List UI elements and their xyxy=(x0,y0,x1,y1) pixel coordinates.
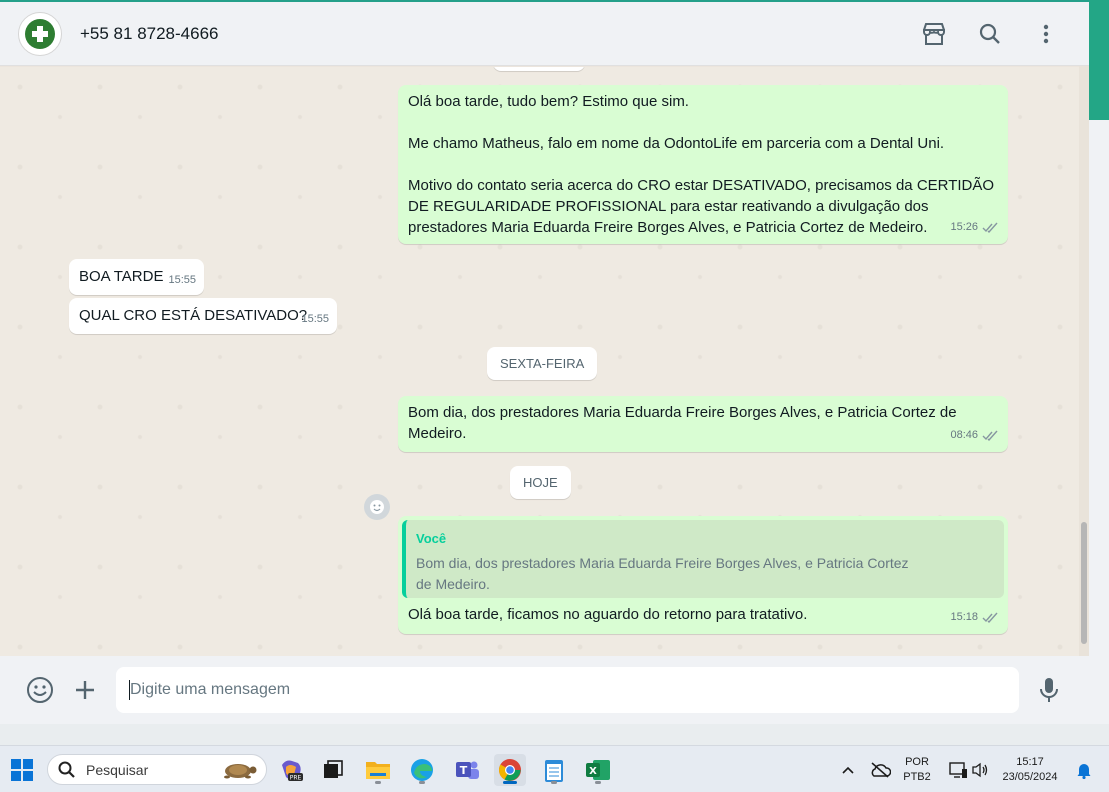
read-ticks-icon xyxy=(982,430,998,441)
message-text: BOA TARDE xyxy=(79,268,164,285)
react-emoji-button[interactable] xyxy=(364,494,390,520)
attach-plus-icon[interactable] xyxy=(68,673,102,707)
message-text-line: Bom dia, dos prestadores Maria Eduarda F… xyxy=(408,404,957,421)
quote-text-line: de Medeiro. xyxy=(416,576,490,592)
chat-panel[interactable]: Olá boa tarde, tudo bem? Estimo que sim.… xyxy=(0,67,1079,656)
edge-icon[interactable] xyxy=(406,754,438,786)
catalog-icon[interactable] xyxy=(919,19,949,49)
copilot-pre-icon[interactable]: PRE xyxy=(275,754,307,786)
volume-icon[interactable] xyxy=(964,754,996,786)
keyboard-language[interactable]: POR PTB2 xyxy=(897,755,937,785)
onedrive-offline-icon[interactable] xyxy=(864,754,896,786)
more-vert-icon[interactable] xyxy=(1031,19,1061,49)
teams-icon[interactable]: T xyxy=(451,754,483,786)
message-input[interactable] xyxy=(116,667,1019,713)
taskbar-search-label: Pesquisar xyxy=(86,761,149,778)
search-icon xyxy=(58,761,75,778)
text-caret xyxy=(129,680,130,700)
running-indicator xyxy=(419,781,425,784)
message-time: 15:26 xyxy=(950,221,978,233)
message-text-line: prestadores Maria Eduarda Freire Borges … xyxy=(408,219,928,236)
chat-scrollbar-thumb[interactable] xyxy=(1081,522,1087,644)
quoted-message[interactable]: Você Bom dia, dos prestadores Maria Edua… xyxy=(402,520,1004,598)
date-chip-partial xyxy=(493,67,585,71)
clock[interactable]: 15:17 23/05/2024 xyxy=(1000,755,1060,785)
running-indicator xyxy=(595,781,601,784)
read-ticks-icon xyxy=(982,612,998,623)
language-line1: POR xyxy=(905,756,929,768)
file-explorer-icon[interactable] xyxy=(362,754,394,786)
message-text-line: Me chamo Matheus, falo em nome da Odonto… xyxy=(408,135,945,152)
message-text-line: Olá boa tarde, tudo bem? Estimo que sim. xyxy=(408,93,689,110)
quote-author: Você xyxy=(416,531,447,546)
message-composer xyxy=(0,656,1089,724)
message-text-line: Motivo do contato seria acerca do CRO es… xyxy=(408,177,995,194)
read-ticks-icon xyxy=(982,222,998,233)
message-text: QUAL CRO ESTÁ DESATIVADO? xyxy=(79,307,308,324)
message-bubble-incoming[interactable]: QUAL CRO ESTÁ DESATIVADO? 15:55 xyxy=(69,298,337,334)
clock-date: 23/05/2024 xyxy=(1002,771,1058,783)
chat-header: +55 81 8728-4666 xyxy=(0,2,1089,66)
emoji-icon[interactable] xyxy=(23,673,57,707)
microphone-icon[interactable] xyxy=(1032,673,1066,707)
clock-time: 15:17 xyxy=(1016,756,1044,768)
message-time: 15:18 xyxy=(950,611,978,623)
message-time: 15:55 xyxy=(168,274,196,286)
quote-text-line: Bom dia, dos prestadores Maria Eduarda F… xyxy=(416,555,909,571)
notepad-icon[interactable] xyxy=(538,754,570,786)
search-icon[interactable] xyxy=(975,19,1005,49)
smiley-icon xyxy=(370,500,384,514)
taskbar-search[interactable]: Pesquisar xyxy=(47,754,267,785)
contact-name[interactable]: +55 81 8728-4666 xyxy=(80,24,219,44)
message-time: 15:55 xyxy=(301,313,329,325)
windows-taskbar: Pesquisar PRE T X POR PTB2 15:17 23/05/2… xyxy=(0,745,1109,792)
svg-text:X: X xyxy=(589,766,597,777)
windows-start-icon[interactable] xyxy=(6,754,38,786)
date-chip: HOJE xyxy=(510,466,571,499)
turtle-highlight-icon xyxy=(224,764,257,779)
notification-bell-icon[interactable] xyxy=(1068,754,1100,786)
message-bubble-incoming[interactable]: BOA TARDE 15:55 xyxy=(69,259,204,295)
active-indicator xyxy=(503,781,517,784)
task-view-icon[interactable] xyxy=(317,754,349,786)
svg-text:T: T xyxy=(460,764,468,777)
language-line2: PTB2 xyxy=(903,771,931,783)
message-text-line: Medeiro. xyxy=(408,425,467,442)
chrome-icon[interactable] xyxy=(494,754,526,786)
message-time: 08:46 xyxy=(950,429,978,441)
date-chip: SEXTA-FEIRA xyxy=(487,347,598,380)
clinic-logo-icon xyxy=(25,18,55,49)
contact-avatar[interactable] xyxy=(18,11,62,56)
excel-icon[interactable]: X xyxy=(582,754,614,786)
message-bubble-outgoing[interactable]: Olá boa tarde, tudo bem? Estimo que sim.… xyxy=(398,85,1008,244)
window-bottom-gap xyxy=(0,724,1109,745)
chevron-up-icon[interactable] xyxy=(832,754,864,786)
svg-text:PRE: PRE xyxy=(290,775,302,782)
message-text-line xyxy=(408,112,1003,133)
window-edge-accent xyxy=(1089,0,1109,120)
message-text: Olá boa tarde, ficamos no aguardo do ret… xyxy=(408,606,808,623)
running-indicator xyxy=(375,781,381,784)
message-bubble-outgoing[interactable]: Bom dia, dos prestadores Maria Eduarda F… xyxy=(398,396,1008,452)
running-indicator xyxy=(551,781,557,784)
message-text-line xyxy=(408,154,1003,175)
message-bubble-outgoing-reply[interactable]: Você Bom dia, dos prestadores Maria Edua… xyxy=(398,516,1008,634)
message-text-line: DE REGULARIDADE PROFISSIONAL para estar … xyxy=(408,198,929,215)
